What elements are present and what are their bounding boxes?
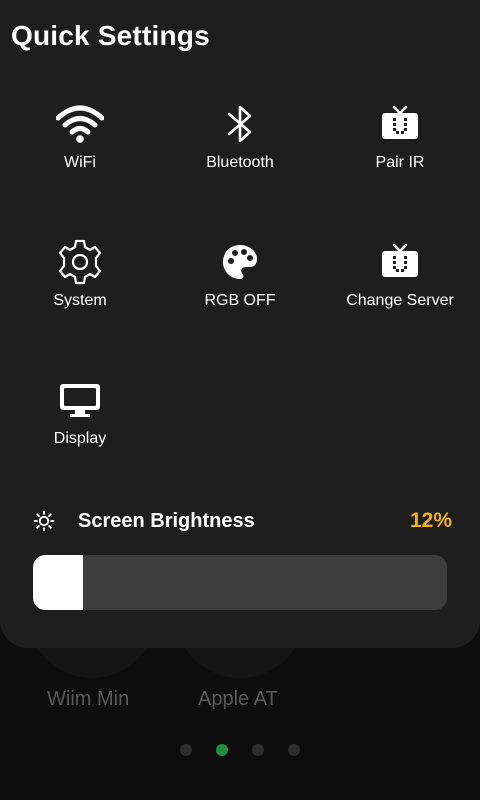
wifi-label: WiFi (64, 154, 96, 171)
change-server-tile[interactable]: Change Server (320, 238, 480, 338)
system-tile[interactable]: System (0, 238, 160, 338)
palette-icon (160, 238, 320, 286)
brightness-value: 12% (409, 509, 452, 532)
wifi-tile[interactable]: WiFi (0, 100, 160, 200)
tv-icon (320, 238, 480, 286)
page-indicator (0, 744, 480, 756)
rgb-label: RGB OFF (204, 292, 276, 309)
page-dot-2-active[interactable] (216, 744, 228, 756)
quick-settings-panel: Quick Settings WiFi Bluetooth Pair IR Sy… (0, 0, 480, 648)
page-dot-1[interactable] (180, 744, 192, 756)
tv-icon (320, 100, 480, 148)
monitor-icon (0, 376, 160, 424)
device-label-apple: Apple AT (198, 688, 278, 710)
bluetooth-label: Bluetooth (206, 154, 274, 171)
display-label: Display (53, 430, 107, 447)
brightness-slider-fill[interactable] (33, 555, 83, 610)
bluetooth-icon (160, 100, 320, 148)
brightness-label: Screen Brightness (78, 510, 255, 532)
gear-icon (0, 238, 160, 286)
pair-ir-tile[interactable]: Pair IR (320, 100, 480, 200)
sun-icon (33, 510, 55, 532)
page-dot-4[interactable] (288, 744, 300, 756)
rgb-tile[interactable]: RGB OFF (160, 238, 320, 338)
change-server-label: Change Server (346, 292, 454, 309)
display-tile[interactable]: Display (0, 376, 160, 476)
page-dot-3[interactable] (252, 744, 264, 756)
bluetooth-tile[interactable]: Bluetooth (160, 100, 320, 200)
brightness-slider[interactable] (33, 555, 447, 610)
panel-title: Quick Settings (11, 20, 210, 51)
wifi-icon (0, 100, 160, 148)
device-label-wiim: Wiim Min (47, 688, 130, 710)
system-label: System (53, 292, 107, 309)
pair-ir-label: Pair IR (375, 154, 425, 171)
